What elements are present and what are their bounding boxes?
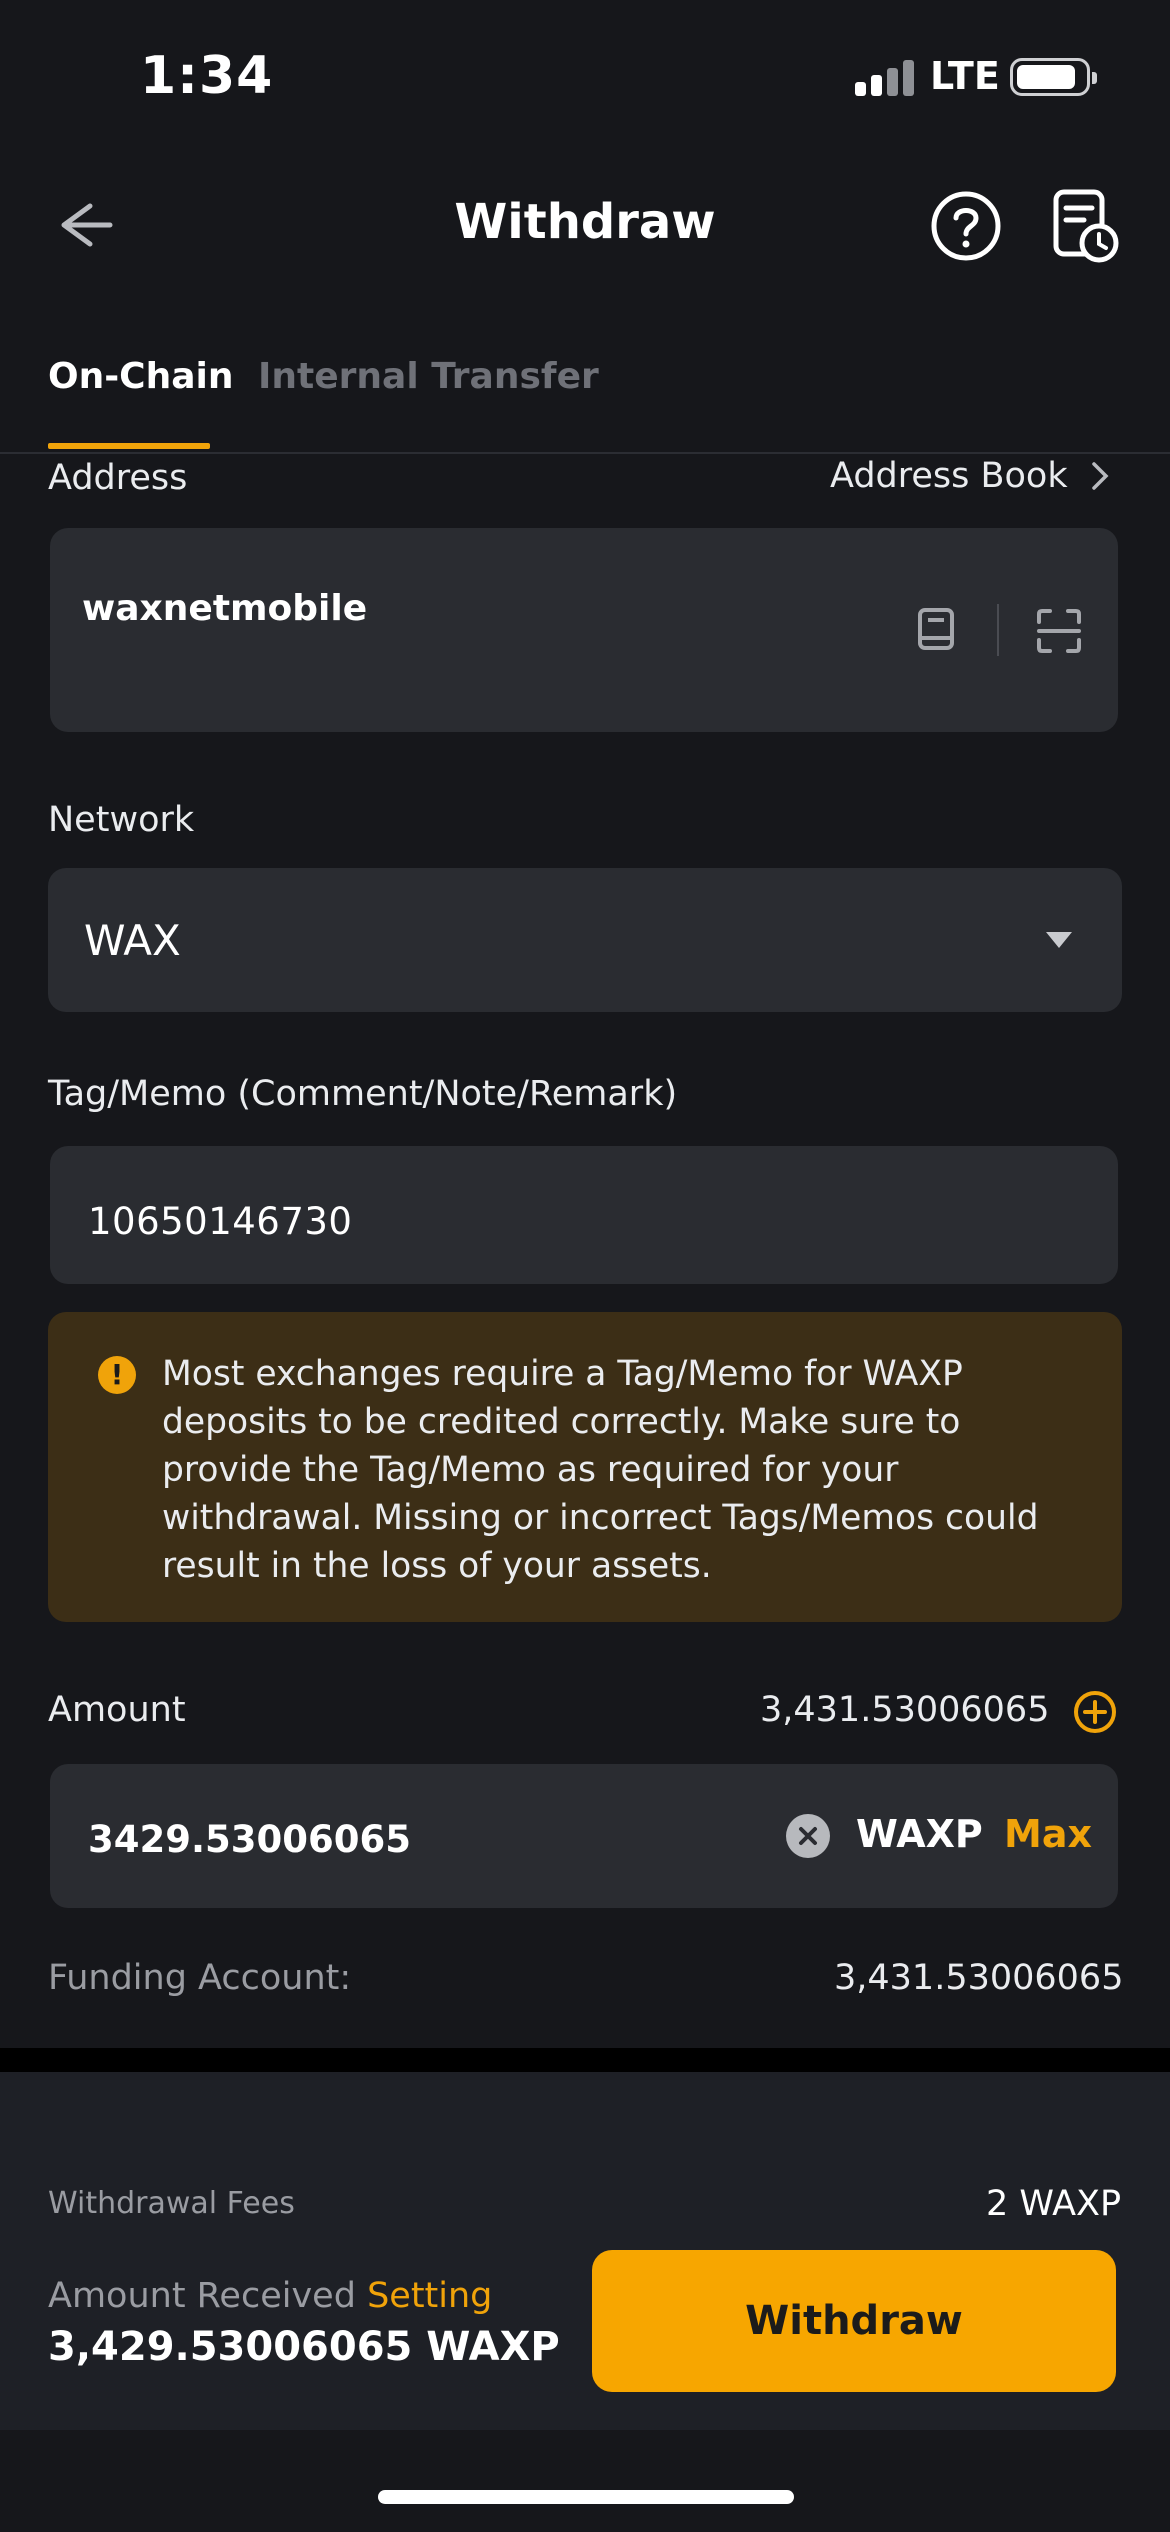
address-book-icon[interactable]	[916, 606, 956, 652]
amount-unit: WAXP	[856, 1812, 983, 1856]
address-label: Address	[48, 458, 188, 498]
tab-internal-transfer[interactable]: Internal Transfer	[258, 356, 599, 397]
funding-account-label: Funding Account:	[48, 1958, 352, 1998]
network-type: LTE	[930, 54, 1000, 98]
available-amount: 3,431.53006065	[760, 1690, 1050, 1730]
max-button[interactable]: Max	[1004, 1812, 1092, 1856]
amount-received-value: 3,429.53006065 WAXP	[48, 2324, 560, 2370]
network-label: Network	[48, 800, 195, 840]
setting-link[interactable]: Setting	[367, 2276, 492, 2316]
battery-icon	[1010, 58, 1097, 96]
tag-memo-label: Tag/Memo (Comment/Note/Remark)	[48, 1074, 678, 1114]
withdraw-button[interactable]: Withdraw	[592, 2250, 1116, 2392]
signal-icon	[855, 60, 917, 96]
address-book-link[interactable]: Address Book	[830, 456, 1110, 496]
tabs-divider	[0, 452, 1170, 454]
withdrawal-fees-value: 2 WAXP	[986, 2184, 1122, 2224]
funding-account-value: 3,431.53006065	[834, 1958, 1124, 1998]
home-indicator	[378, 2490, 794, 2504]
scan-qr-icon[interactable]	[1036, 608, 1082, 654]
tag-memo-value[interactable]: 10650146730	[88, 1200, 352, 1243]
address-input[interactable]	[50, 528, 1118, 732]
chevron-right-icon	[1091, 462, 1109, 490]
address-value[interactable]: waxnetmobile	[82, 588, 367, 629]
icon-divider	[997, 604, 999, 656]
withdrawal-fees-label: Withdrawal Fees	[48, 2186, 295, 2221]
caret-down-icon[interactable]	[1044, 930, 1074, 950]
withdraw-history-icon[interactable]	[1052, 188, 1120, 264]
status-time: 1:34	[140, 46, 274, 106]
amount-value[interactable]: 3429.53006065	[88, 1818, 411, 1861]
active-tab-indicator	[48, 443, 210, 449]
warning-icon: !	[98, 1356, 136, 1394]
tab-on-chain[interactable]: On-Chain	[48, 356, 233, 397]
section-divider	[0, 2048, 1170, 2072]
clear-icon[interactable]	[786, 1814, 830, 1858]
amount-label: Amount	[48, 1690, 186, 1730]
network-value[interactable]: WAX	[84, 916, 181, 965]
amount-received-label: Amount Received Setting	[48, 2276, 492, 2316]
network-select[interactable]	[48, 868, 1122, 1012]
amount-received-text: Amount Received	[48, 2276, 356, 2316]
memo-warning-text: Most exchanges require a Tag/Memo for WA…	[162, 1354, 1039, 1586]
add-funds-icon[interactable]	[1073, 1690, 1117, 1734]
help-icon[interactable]	[930, 190, 1002, 262]
address-book-label: Address Book	[830, 456, 1068, 496]
